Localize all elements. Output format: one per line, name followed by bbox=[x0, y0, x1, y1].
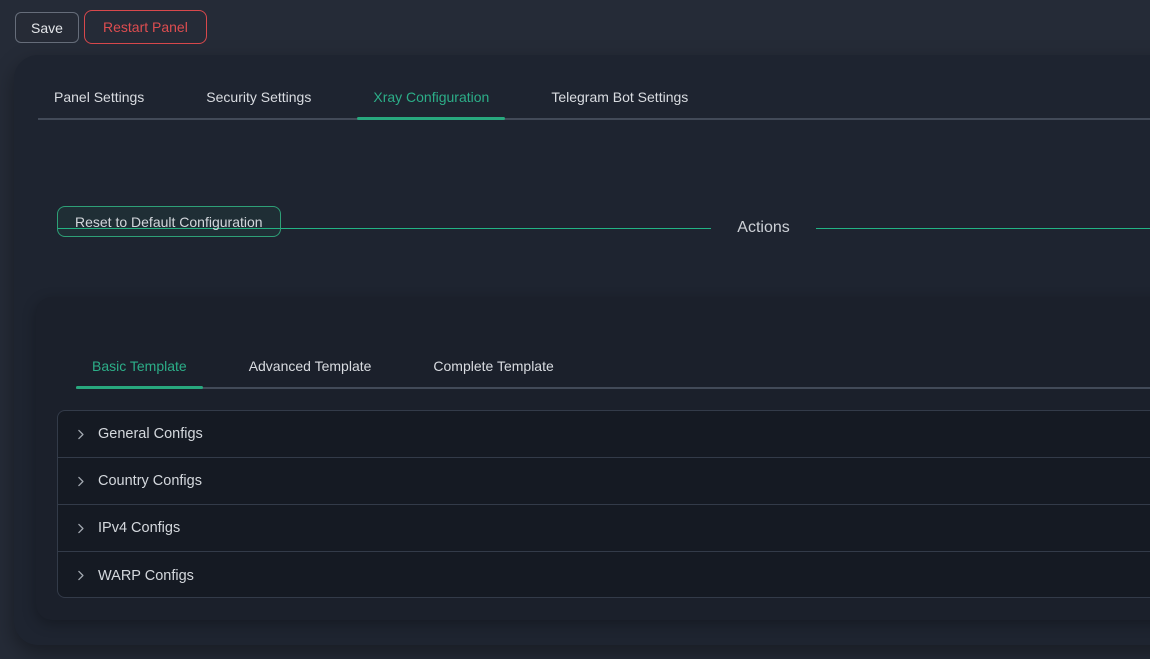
collapse-ipv4-configs[interactable]: IPv4 Configs bbox=[58, 505, 1150, 552]
divider-line bbox=[816, 228, 1150, 229]
tab-basic-template[interactable]: Basic Template bbox=[76, 345, 203, 387]
top-toolbar: Save Restart Panel bbox=[0, 0, 1150, 52]
chevron-right-icon bbox=[74, 428, 87, 441]
chevron-right-icon bbox=[74, 569, 87, 582]
restart-panel-button[interactable]: Restart Panel bbox=[84, 10, 207, 44]
settings-card: Panel Settings Security Settings Xray Co… bbox=[14, 55, 1150, 645]
tab-security-settings[interactable]: Security Settings bbox=[190, 75, 327, 118]
tab-telegram-bot-settings[interactable]: Telegram Bot Settings bbox=[535, 75, 704, 118]
collapse-warp-configs[interactable]: WARP Configs bbox=[58, 552, 1150, 598]
chevron-right-icon bbox=[74, 522, 87, 535]
collapse-header-label: Country Configs bbox=[98, 473, 202, 489]
collapse-general-configs[interactable]: General Configs bbox=[58, 411, 1150, 458]
app-window: Save Restart Panel Panel Settings Securi… bbox=[0, 0, 1150, 659]
templates-card: Basic Template Advanced Template Complet… bbox=[36, 297, 1150, 620]
chevron-right-icon bbox=[74, 475, 87, 488]
save-button[interactable]: Save bbox=[15, 12, 79, 43]
tab-advanced-template[interactable]: Advanced Template bbox=[233, 345, 388, 387]
collapse-header-label: General Configs bbox=[98, 426, 203, 442]
tab-xray-configuration[interactable]: Xray Configuration bbox=[357, 75, 505, 118]
collapse-header-label: WARP Configs bbox=[98, 568, 194, 584]
collapse-header-label: IPv4 Configs bbox=[98, 520, 180, 536]
tab-panel-settings[interactable]: Panel Settings bbox=[38, 75, 160, 118]
tab-complete-template[interactable]: Complete Template bbox=[417, 345, 569, 387]
template-collapse-group: General Configs Country Configs IPv4 Con… bbox=[57, 410, 1150, 598]
reset-default-configuration-button[interactable]: Reset to Default Configuration bbox=[57, 206, 281, 237]
settings-tab-bar: Panel Settings Security Settings Xray Co… bbox=[38, 75, 1150, 120]
collapse-country-configs[interactable]: Country Configs bbox=[58, 458, 1150, 505]
template-tab-bar: Basic Template Advanced Template Complet… bbox=[76, 345, 1150, 389]
actions-divider-label: Actions bbox=[711, 219, 815, 237]
